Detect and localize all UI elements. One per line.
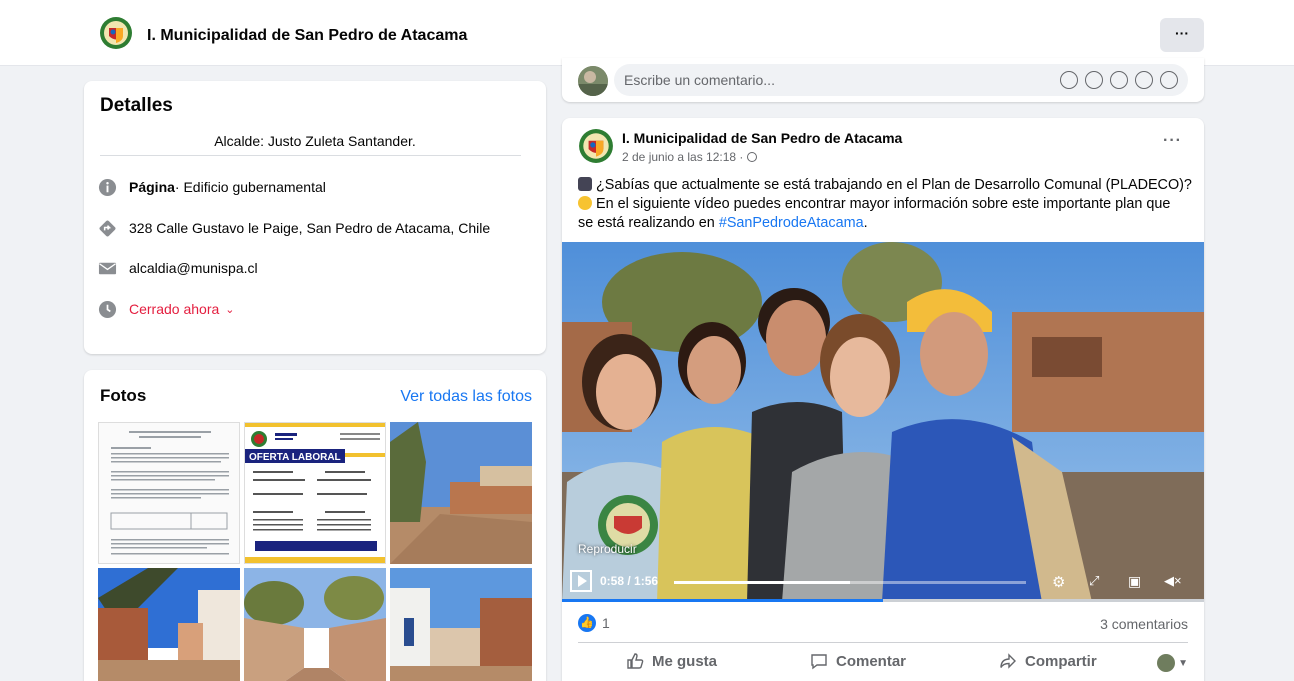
- fullscreen-icon[interactable]: ⤢: [1089, 573, 1099, 589]
- email-row[interactable]: alcaldia@munispa.cl: [98, 256, 258, 280]
- comment-placeholder: Escribe un comentario...: [624, 72, 775, 88]
- envelope-icon: [98, 262, 117, 274]
- audience-selector[interactable]: ▼: [1157, 654, 1188, 672]
- play-label: Reproducir: [578, 542, 637, 556]
- photo-thumbnail[interactable]: [390, 568, 532, 681]
- comment-composer: Escribe un comentario...: [562, 58, 1204, 102]
- photo-thumbnail[interactable]: [98, 568, 240, 681]
- video-player[interactable]: Reproducir 0:58 / 1:56 ⚙ ⤢ ▣ ◀×: [562, 242, 1204, 602]
- page-bio: Alcalde: Justo Zuleta Santander.: [214, 133, 416, 149]
- street-image: [98, 568, 240, 681]
- street-image: [390, 568, 532, 681]
- divider: [578, 642, 1188, 643]
- document-image: [110, 431, 229, 555]
- thinking-emoji-icon: [578, 196, 592, 210]
- address-text[interactable]: 328 Calle Gustavo le Paige, San Pedro de…: [129, 220, 490, 236]
- like-reaction-icon: 👍: [578, 614, 596, 632]
- mute-icon[interactable]: ◀×: [1164, 573, 1182, 589]
- comment-input[interactable]: Escribe un comentario...: [614, 64, 1188, 96]
- divider: [100, 155, 521, 156]
- post-card: I. Municipalidad de San Pedro de Atacama…: [562, 118, 1204, 681]
- like-label: Me gusta: [652, 652, 718, 670]
- post-options-button[interactable]: ···: [1163, 132, 1182, 150]
- page-avatar[interactable]: [578, 128, 614, 164]
- post-actions: Me gusta Comentar Compartir ▼: [562, 648, 1204, 676]
- job-poster-image: OFERTA LABORAL: [245, 423, 385, 563]
- photo-thumbnail[interactable]: [244, 568, 386, 681]
- user-mini-avatar: [1157, 654, 1176, 672]
- camera-emoji-icon: [578, 177, 592, 191]
- hours-row[interactable]: Cerrado ahora ⌄: [98, 297, 235, 321]
- clock-icon: [98, 300, 117, 318]
- comment-label: Comentar: [836, 652, 907, 670]
- address-row[interactable]: 328 Calle Gustavo le Paige, San Pedro de…: [98, 216, 490, 240]
- sticker-icon[interactable]: [1160, 71, 1178, 89]
- play-icon[interactable]: [570, 570, 592, 592]
- page-title[interactable]: I. Municipalidad de San Pedro de Atacama: [147, 27, 467, 45]
- page-header: I. Municipalidad de San Pedro de Atacama…: [0, 0, 1294, 66]
- user-avatar[interactable]: [578, 66, 608, 96]
- category-row: Página · Edificio gubernamental: [98, 175, 326, 199]
- see-all-photos-link[interactable]: Ver todas las fotos: [400, 388, 532, 406]
- category-label: · Edificio gubernamental: [174, 179, 326, 195]
- video-controls: 0:58 / 1:56 ⚙ ⤢ ▣ ◀×: [562, 566, 1204, 602]
- info-icon: [98, 178, 117, 196]
- chevron-down-icon[interactable]: ⌄: [225, 303, 234, 316]
- scrubber-fill: [674, 581, 850, 584]
- post-line: .: [863, 215, 868, 231]
- video-scrubber[interactable]: [674, 581, 1026, 584]
- caret-down-icon: ▼: [1178, 657, 1188, 669]
- post-timestamp[interactable]: 2 de junio a las 12:18 ·: [622, 150, 747, 164]
- category-type: Página: [129, 179, 175, 195]
- hashtag-link[interactable]: #SanPedrodeAtacama: [719, 215, 864, 231]
- comment-button[interactable]: Comentar: [810, 652, 906, 670]
- progress-fill: [562, 599, 883, 602]
- avatar-sticker-icon[interactable]: [1060, 71, 1078, 89]
- directions-icon: [99, 220, 116, 236]
- share-button[interactable]: Compartir: [999, 652, 1097, 670]
- video-frame: [562, 242, 1204, 602]
- post-author[interactable]: I. Municipalidad de San Pedro de Atacama: [622, 130, 902, 146]
- camera-icon[interactable]: [1110, 71, 1128, 89]
- video-time: 0:58 / 1:56: [600, 574, 659, 588]
- share-arrow-icon: [1000, 653, 1016, 669]
- post-text: ¿Sabías que actualmente se está trabajan…: [578, 176, 1192, 233]
- likes-count: 1: [602, 615, 610, 631]
- email-link[interactable]: alcaldia@munispa.cl: [129, 260, 258, 276]
- details-heading: Detalles: [100, 95, 173, 116]
- comment-tools: [1060, 71, 1178, 89]
- photo-thumbnail[interactable]: OFERTA LABORAL: [244, 422, 386, 564]
- like-button[interactable]: Me gusta: [626, 652, 717, 670]
- reaction-summary[interactable]: 👍 1: [578, 614, 610, 632]
- picture-in-picture-icon[interactable]: ▣: [1128, 573, 1141, 590]
- hours-status[interactable]: Cerrado ahora: [129, 301, 219, 317]
- post-line: En el siguiente vídeo puedes encontrar m…: [596, 196, 1171, 212]
- post-line: ¿Sabías que actualmente se está trabajan…: [596, 177, 1192, 193]
- gear-icon[interactable]: ⚙: [1052, 573, 1065, 591]
- photos-heading: Fotos: [100, 386, 147, 405]
- photos-card: Fotos Ver todas las fotos OFERTA LABORAL: [84, 370, 546, 681]
- emoji-icon[interactable]: [1085, 71, 1103, 89]
- globe-icon: [746, 152, 757, 162]
- post-line: se está realizando en: [578, 215, 719, 231]
- thumbs-up-icon: [627, 653, 644, 669]
- video-progress: [562, 599, 1204, 602]
- gif-icon[interactable]: [1135, 71, 1153, 89]
- street-image: [390, 422, 532, 564]
- photo-thumbnail[interactable]: [390, 422, 532, 564]
- more-options-button[interactable]: ···: [1160, 18, 1204, 52]
- post-meta: 2 de junio a las 12:18 ·: [622, 150, 757, 164]
- share-label: Compartir: [1025, 652, 1097, 670]
- details-card: Detalles Alcalde: Justo Zuleta Santander…: [84, 81, 546, 354]
- speech-bubble-icon: [811, 654, 827, 670]
- street-image: [244, 568, 386, 681]
- comments-count[interactable]: 3 comentarios: [1100, 616, 1188, 632]
- poster-title: OFERTA LABORAL: [249, 452, 341, 463]
- photo-thumbnail[interactable]: [98, 422, 240, 564]
- municipality-logo[interactable]: [99, 16, 133, 50]
